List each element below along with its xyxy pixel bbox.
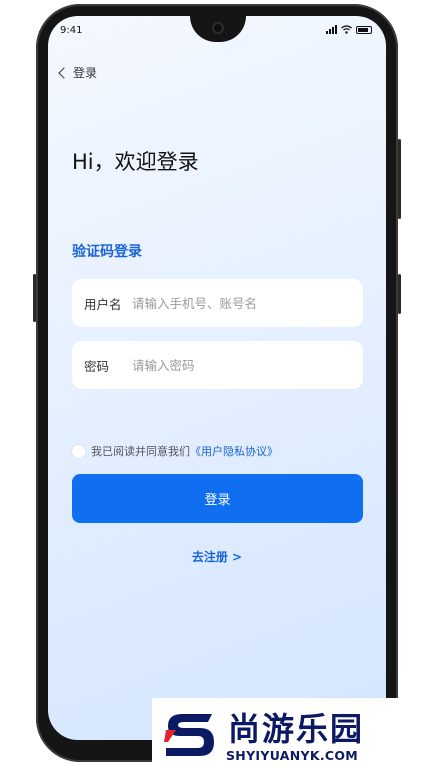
privacy-policy-link[interactable]: 《用户隐私协议》 [190, 443, 278, 459]
watermark-title: 尚游乐园 [228, 710, 365, 748]
page-title: Hi，欢迎登录 [72, 150, 199, 174]
password-input[interactable] [132, 357, 322, 373]
username-input[interactable] [132, 295, 322, 311]
side-button [398, 274, 401, 314]
volume-button [33, 274, 36, 322]
status-time: 9:41 [60, 25, 83, 36]
agreement-checkbox[interactable] [72, 444, 85, 458]
login-mode-tab[interactable]: 验证码登录 [72, 241, 142, 261]
chevron-left-icon [58, 66, 70, 79]
register-link[interactable]: 去注册 > [48, 548, 386, 565]
battery-icon [356, 26, 372, 34]
agreement-row: 我已阅读并同意我们 《用户隐私协议》 [72, 443, 278, 459]
app-screen: 9:41 登录 Hi，欢迎登录 验证码登录 用户名 密码 我已阅读并同意我们《用… [48, 16, 386, 740]
watermark-logo-icon [164, 714, 214, 756]
signal-icon [326, 25, 337, 34]
notch [190, 16, 246, 42]
back-label: 登录 [73, 66, 98, 80]
power-button [398, 139, 401, 219]
username-label: 用户名 [84, 296, 122, 312]
password-field[interactable]: 密码 [72, 341, 363, 389]
username-field[interactable]: 用户名 [72, 279, 363, 327]
agreement-text: 我已阅读并同意我们 [91, 445, 190, 458]
wifi-icon [341, 25, 352, 34]
back-button[interactable]: 登录 [58, 64, 98, 81]
login-button[interactable]: 登录 [72, 474, 363, 523]
watermark-url: SHYIYUANYK.COM [226, 748, 359, 763]
password-label: 密码 [84, 358, 110, 374]
camera-icon [212, 22, 224, 34]
watermark: 尚游乐园 SHYIYUANYK.COM [152, 698, 432, 768]
status-icons [326, 25, 372, 34]
